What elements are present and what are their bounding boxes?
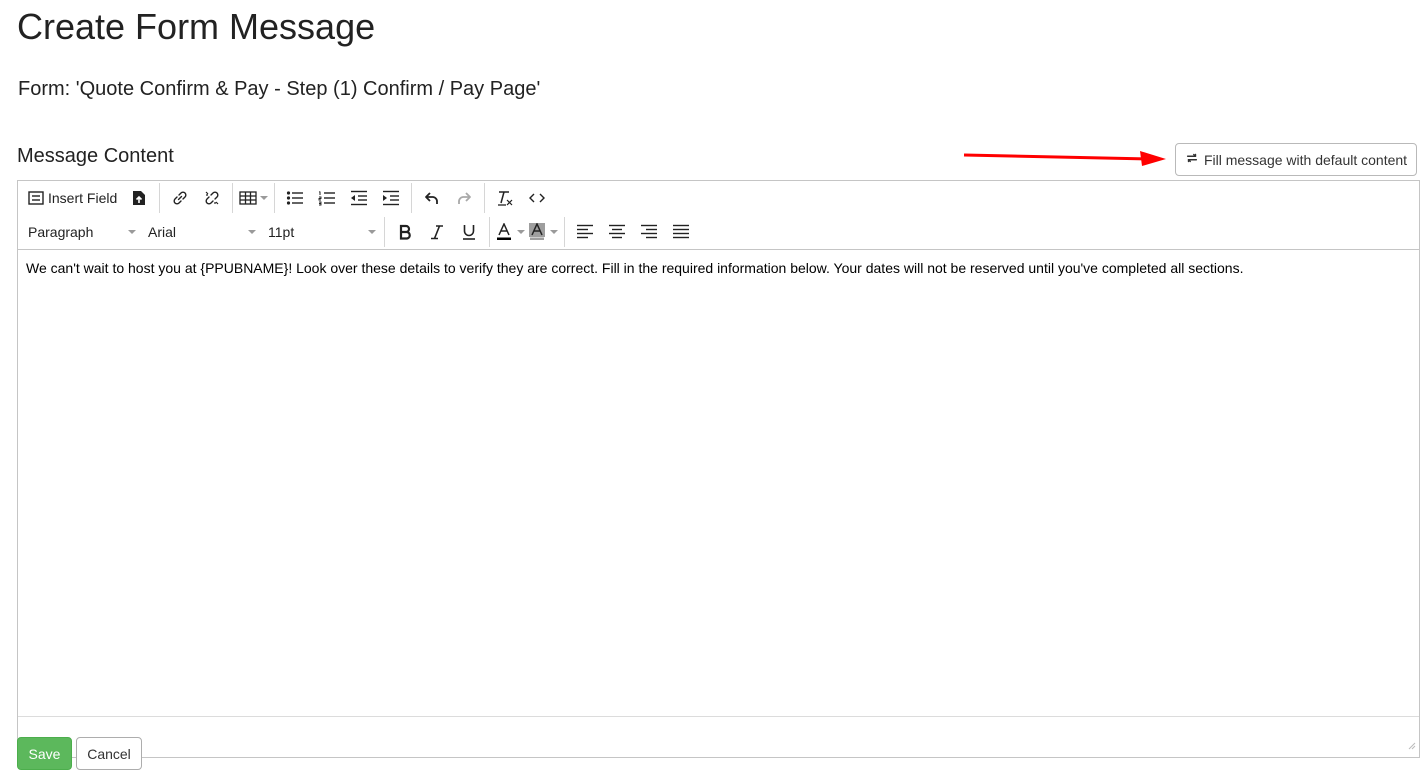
underline-button[interactable]	[453, 218, 485, 246]
message-content-heading: Message Content	[17, 145, 174, 167]
cancel-button[interactable]: Cancel	[76, 737, 142, 770]
block-format-value: Paragraph	[28, 224, 94, 240]
insert-file-button[interactable]	[123, 184, 155, 212]
font-size-value: 11pt	[268, 224, 295, 240]
resize-handle-icon[interactable]	[1406, 737, 1416, 755]
numbered-list-button[interactable]	[311, 184, 343, 212]
form-name-subtitle: Form: 'Quote Confirm & Pay - Step (1) Co…	[18, 78, 541, 100]
insert-field-button[interactable]: Insert Field	[22, 184, 123, 212]
bold-button[interactable]	[389, 218, 421, 246]
undo-button[interactable]	[416, 184, 448, 212]
font-family-select[interactable]: Arial	[142, 218, 262, 246]
justify-button[interactable]	[665, 218, 697, 246]
chevron-down-icon	[260, 196, 269, 200]
source-code-button[interactable]	[521, 184, 553, 212]
text-color-icon	[496, 223, 512, 241]
chevron-down-icon	[128, 230, 136, 234]
fill-default-content-label: Fill message with default content	[1203, 151, 1408, 168]
redo-button[interactable]	[448, 184, 480, 212]
clear-formatting-icon	[496, 189, 514, 207]
align-left-button[interactable]	[569, 218, 601, 246]
fill-default-content-button[interactable]: Fill message with default content	[1175, 143, 1417, 176]
refresh-icon	[1185, 151, 1199, 168]
outdent-button[interactable]	[343, 184, 375, 212]
file-upload-icon	[132, 190, 146, 206]
background-color-icon	[529, 223, 545, 241]
editor-toolbar: Insert Field Paragraph Arial 11pt	[18, 181, 1419, 250]
red-arrow-annotation	[963, 151, 1166, 166]
align-left-icon	[576, 224, 594, 240]
rich-text-editor: Insert Field Paragraph Arial 11pt We can…	[17, 180, 1420, 758]
underline-icon	[462, 224, 476, 240]
table-icon	[239, 191, 257, 205]
unlink-button[interactable]	[196, 184, 228, 212]
font-family-value: Arial	[148, 224, 177, 240]
bullet-list-icon	[286, 190, 304, 206]
text-color-button[interactable]	[494, 218, 527, 246]
italic-button[interactable]	[421, 218, 453, 246]
bold-icon	[398, 224, 412, 240]
table-button[interactable]	[237, 184, 270, 212]
align-right-button[interactable]	[633, 218, 665, 246]
editor-statusbar	[18, 716, 1419, 758]
chevron-down-icon	[517, 230, 525, 234]
bullet-list-button[interactable]	[279, 184, 311, 212]
clear-formatting-button[interactable]	[489, 184, 521, 212]
link-icon	[171, 189, 189, 207]
indent-button[interactable]	[375, 184, 407, 212]
page-title: Create Form Message	[17, 6, 376, 47]
align-center-icon	[608, 224, 626, 240]
align-center-button[interactable]	[601, 218, 633, 246]
indent-icon	[382, 190, 400, 206]
save-button[interactable]: Save	[17, 737, 72, 770]
background-color-button[interactable]	[527, 218, 560, 246]
code-icon	[529, 191, 546, 205]
chevron-down-icon	[248, 230, 256, 234]
editor-content-text: We can't wait to host you at {PPUBNAME}!…	[26, 260, 1244, 276]
redo-icon	[456, 190, 472, 206]
editor-content-area[interactable]: We can't wait to host you at {PPUBNAME}!…	[18, 250, 1419, 716]
font-size-select[interactable]: 11pt	[262, 218, 382, 246]
block-format-select[interactable]: Paragraph	[22, 218, 142, 246]
unlink-icon	[203, 189, 221, 207]
list-icon	[28, 191, 44, 205]
link-button[interactable]	[164, 184, 196, 212]
numbered-list-icon	[318, 190, 336, 206]
chevron-down-icon	[550, 230, 558, 234]
align-right-icon	[640, 224, 658, 240]
chevron-down-icon	[368, 230, 376, 234]
justify-icon	[672, 224, 690, 240]
outdent-icon	[350, 190, 368, 206]
undo-icon	[424, 190, 440, 206]
italic-icon	[430, 224, 444, 240]
insert-field-label: Insert Field	[48, 190, 118, 206]
